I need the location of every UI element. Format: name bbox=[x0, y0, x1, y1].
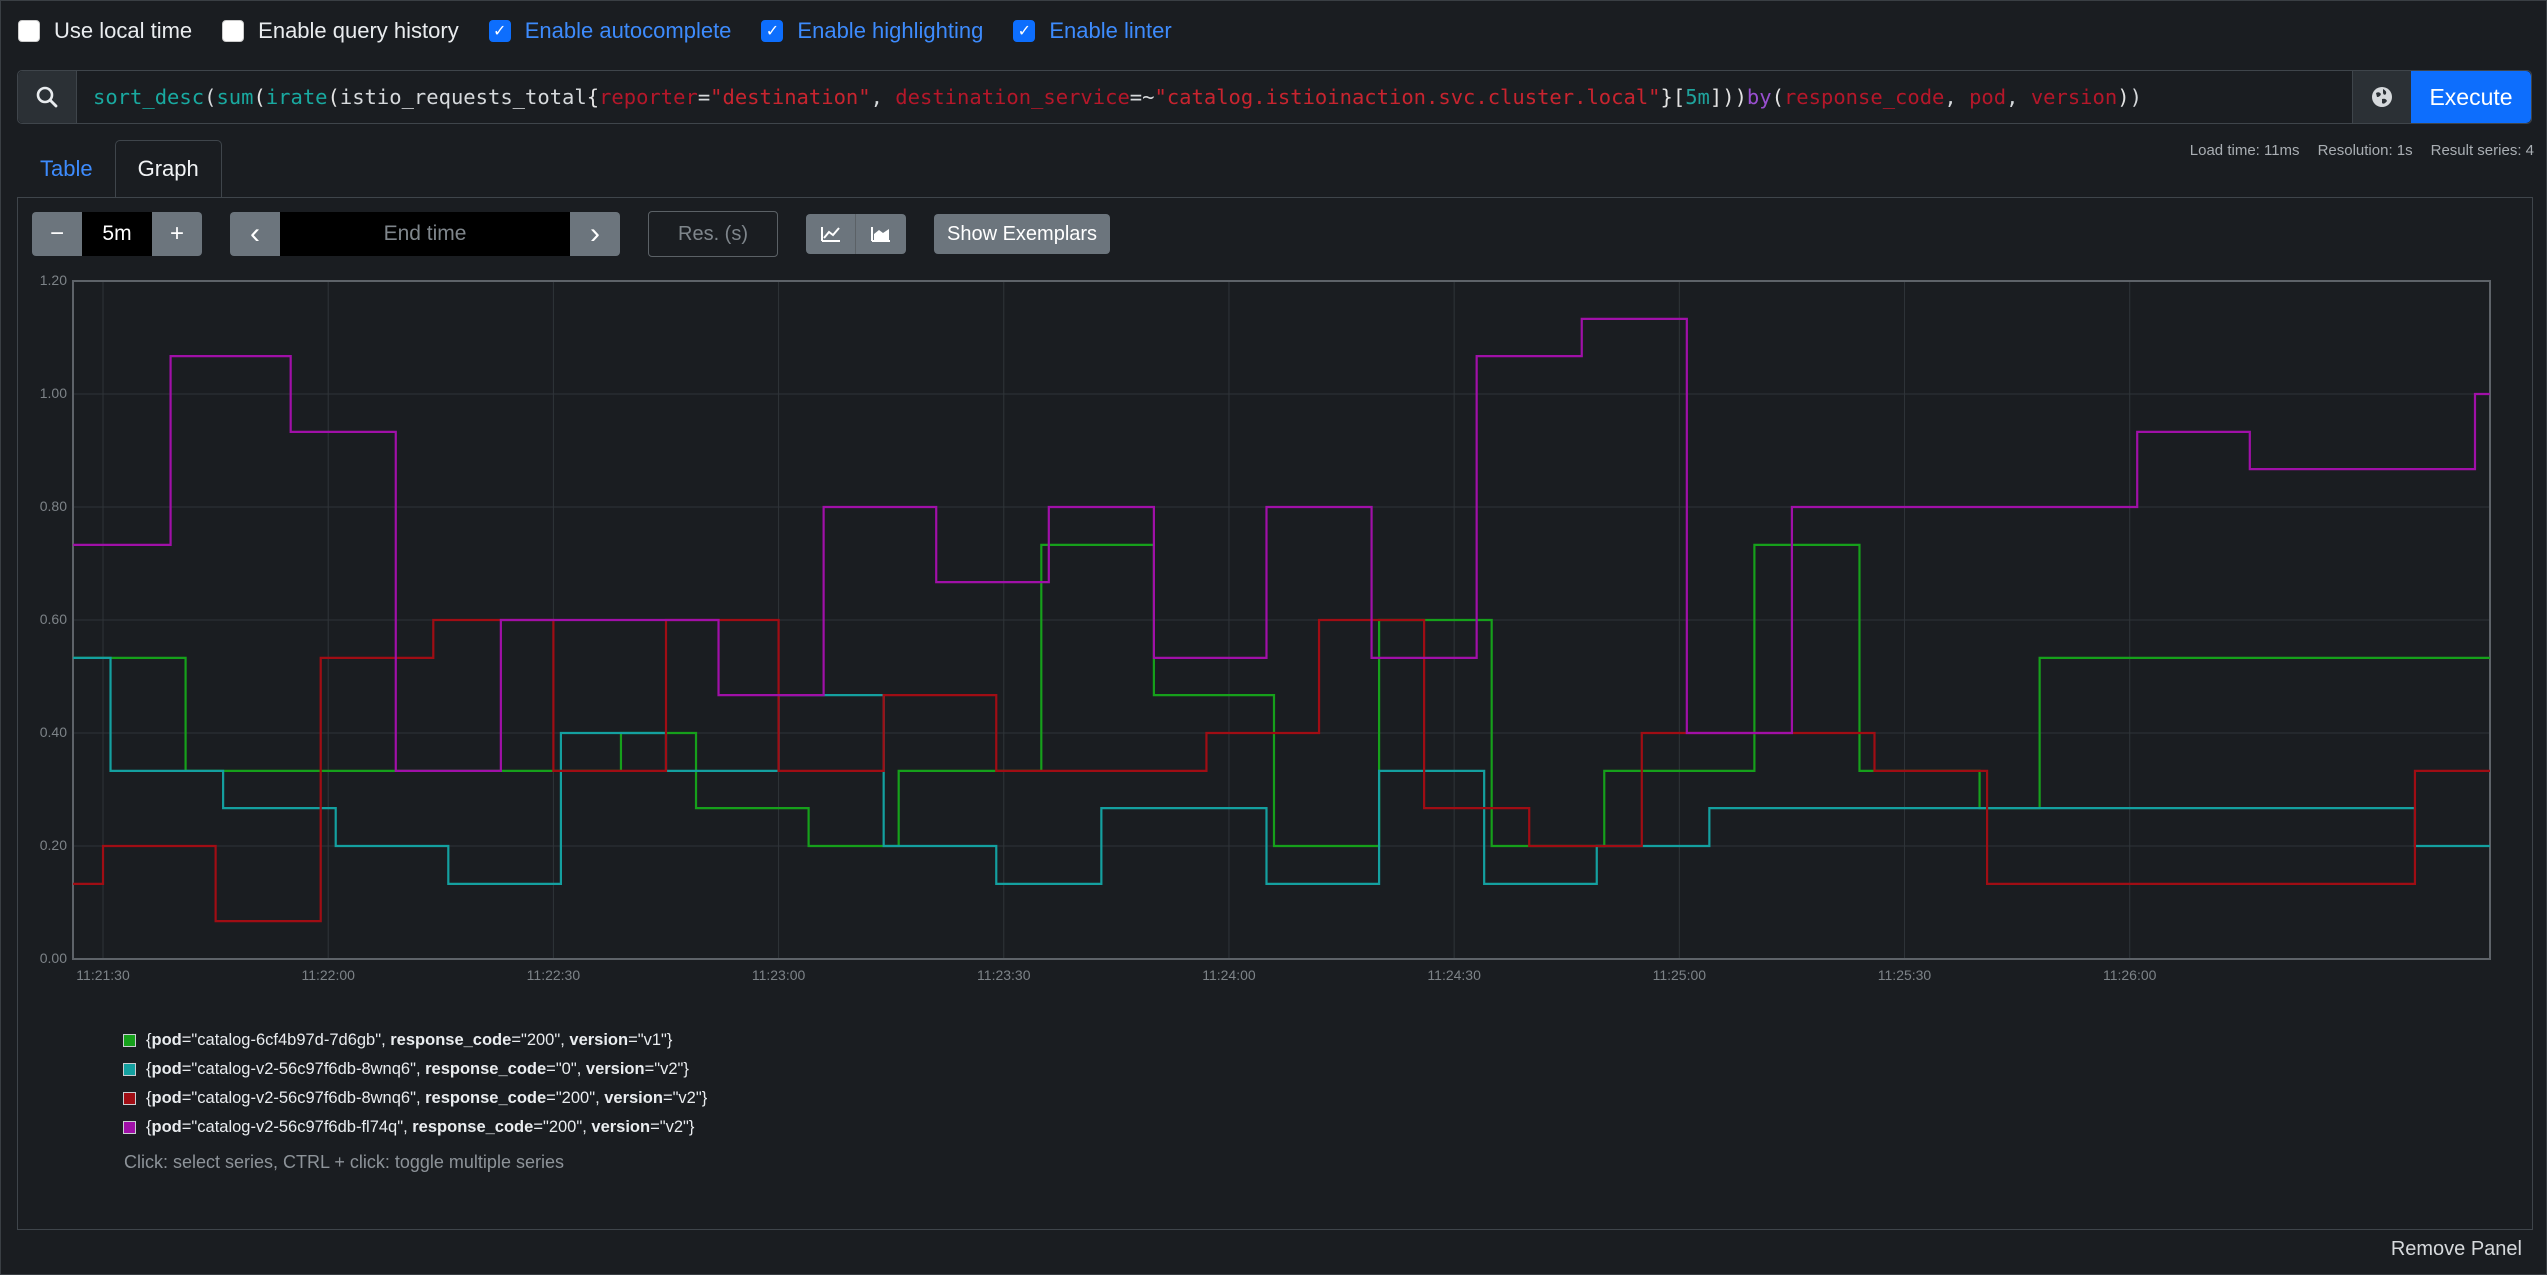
legend-item[interactable]: {pod = "catalog-6cf4b97d-7d6gb", response_… bbox=[123, 1026, 707, 1055]
legend-text: , bbox=[560, 1031, 570, 1049]
legend-item[interactable]: {pod = "catalog-v2-56c97f6db-8wnq6", respo… bbox=[123, 1055, 707, 1084]
legend-text: = bbox=[662, 1089, 673, 1107]
series-line-0 bbox=[73, 543, 2490, 848]
legend-key: version bbox=[591, 1118, 651, 1136]
legend-swatch bbox=[123, 1063, 136, 1076]
y-tick-label: 0.60 bbox=[40, 611, 67, 627]
legend-text: "catalog-v2-56c97f6db-8wnq6" bbox=[191, 1089, 416, 1107]
y-tick-label: 0.00 bbox=[40, 950, 67, 966]
legend-key: version bbox=[604, 1089, 663, 1107]
x-tick-label: 11:21:30 bbox=[76, 967, 130, 983]
legend-text: "200" bbox=[520, 1031, 561, 1049]
legend-text: = bbox=[511, 1031, 521, 1049]
graph-chart[interactable]: 0.00 0.20 0.40 0.60 0.80 1.00 1.20 11:21:30 11:2… bbox=[0, 0, 2547, 1000]
legend-item[interactable]: {pod = "catalog-v2-56c97f6db-fl74q", respo… bbox=[123, 1113, 707, 1142]
x-tick-label: 11:22:00 bbox=[301, 967, 355, 983]
x-tick-label: 11:25:30 bbox=[1878, 967, 1932, 983]
legend-key: response_code bbox=[390, 1031, 512, 1049]
legend-text: } bbox=[701, 1089, 708, 1107]
legend-text: = bbox=[546, 1089, 556, 1107]
legend-text: = bbox=[181, 1060, 192, 1078]
x-tick-label: 11:23:00 bbox=[752, 967, 806, 983]
legend-key: version bbox=[585, 1060, 645, 1078]
legend-text: = bbox=[546, 1060, 556, 1078]
x-tick-label: 11:22:30 bbox=[527, 967, 581, 983]
y-tick-label: 1.20 bbox=[40, 272, 67, 288]
legend-text: , bbox=[415, 1060, 426, 1078]
legend-swatch bbox=[123, 1034, 136, 1047]
legend-text: } bbox=[688, 1118, 695, 1136]
y-tick-label: 0.20 bbox=[40, 837, 67, 853]
y-tick-label: 0.80 bbox=[40, 498, 67, 514]
legend-text: = bbox=[533, 1118, 543, 1136]
legend-text: = bbox=[650, 1118, 660, 1136]
x-tick-label: 11:25:00 bbox=[1653, 967, 1707, 983]
series-line-3 bbox=[73, 317, 2490, 772]
y-tick-label: 0.40 bbox=[40, 724, 67, 740]
legend-text: "catalog-v2-56c97f6db-fl74q" bbox=[191, 1118, 404, 1136]
y-tick-label: 1.00 bbox=[40, 385, 67, 401]
legend-hint: Click: select series, CTRL + click: togg… bbox=[124, 1152, 564, 1172]
legend-key: pod bbox=[151, 1118, 182, 1136]
legend-text: = bbox=[628, 1031, 638, 1049]
legend-text: , bbox=[595, 1089, 605, 1107]
legend-text: , bbox=[415, 1089, 426, 1107]
legend-key: response_code bbox=[425, 1089, 547, 1107]
legend-text: "0" bbox=[555, 1060, 577, 1078]
x-tick-label: 11:24:00 bbox=[1202, 967, 1256, 983]
legend-swatch bbox=[123, 1092, 136, 1105]
legend-key: response_code bbox=[425, 1060, 547, 1078]
chart-legend: {pod = "catalog-6cf4b97d-7d6gb", response_… bbox=[123, 1026, 707, 1142]
legend-text: "v1" bbox=[637, 1031, 667, 1049]
legend-key: pod bbox=[151, 1060, 182, 1078]
legend-text: , bbox=[403, 1118, 413, 1136]
legend-key: response_code bbox=[412, 1118, 534, 1136]
legend-text: , bbox=[381, 1031, 391, 1049]
legend-item[interactable]: {pod = "catalog-v2-56c97f6db-8wnq6", respo… bbox=[123, 1084, 707, 1113]
legend-text: "catalog-6cf4b97d-7d6gb" bbox=[191, 1031, 382, 1049]
legend-text: "v2" bbox=[672, 1089, 702, 1107]
x-tick-label: 11:26:00 bbox=[2103, 967, 2157, 983]
legend-text: } bbox=[666, 1031, 673, 1049]
legend-text: "200" bbox=[555, 1089, 596, 1107]
legend-text: , bbox=[582, 1118, 592, 1136]
legend-key: pod bbox=[151, 1089, 182, 1107]
legend-key: pod bbox=[151, 1031, 182, 1049]
legend-text: "catalog-v2-56c97f6db-8wnq6" bbox=[191, 1060, 416, 1078]
legend-text: } bbox=[683, 1060, 689, 1078]
legend-text: = bbox=[181, 1031, 192, 1049]
legend-text: "v2" bbox=[659, 1118, 689, 1136]
legend-text: "v2" bbox=[654, 1060, 684, 1078]
remove-panel-link[interactable]: Remove Panel bbox=[2391, 1238, 2522, 1261]
legend-text: = bbox=[644, 1060, 655, 1078]
legend-key: version bbox=[569, 1031, 629, 1049]
x-tick-label: 11:23:30 bbox=[977, 967, 1031, 983]
legend-text: = bbox=[181, 1089, 192, 1107]
legend-text: , bbox=[576, 1060, 586, 1078]
legend-text: "200" bbox=[542, 1118, 583, 1136]
legend-swatch bbox=[123, 1121, 136, 1134]
x-tick-label: 11:24:30 bbox=[1427, 967, 1481, 983]
legend-text: = bbox=[181, 1118, 192, 1136]
